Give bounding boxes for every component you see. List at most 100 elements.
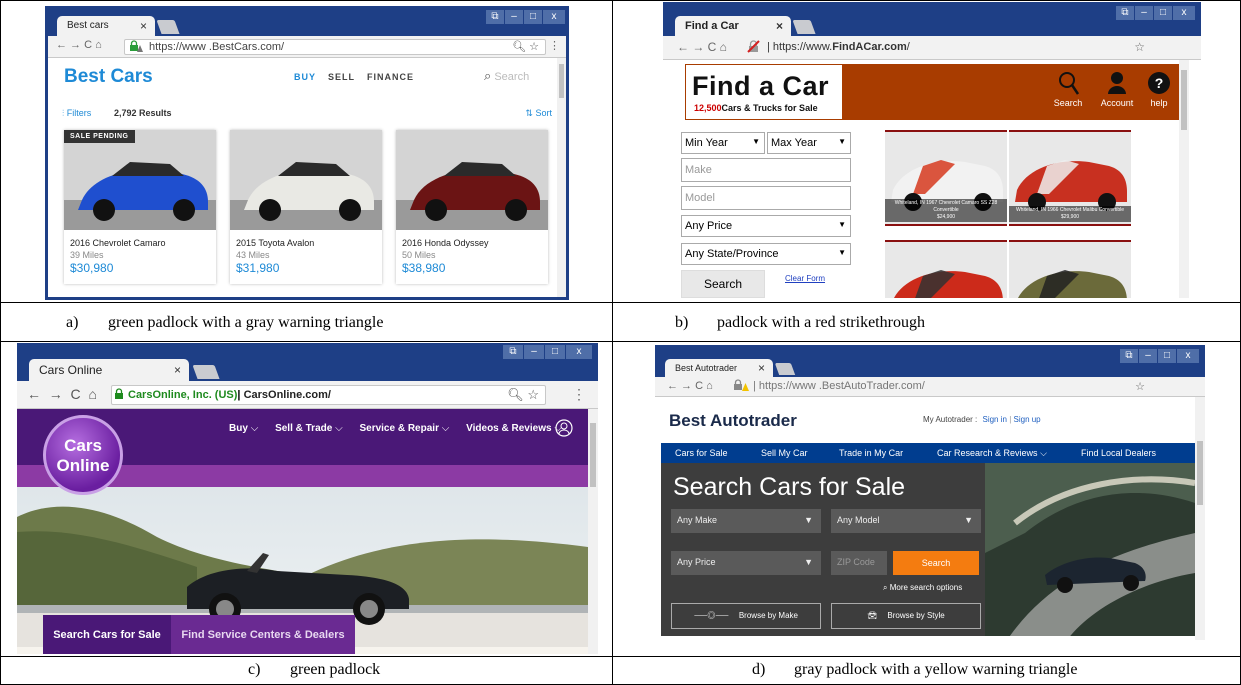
scrollbar[interactable] <box>1179 60 1189 298</box>
nav-buy[interactable]: BUY <box>294 72 316 82</box>
header-link-account[interactable]: Account <box>1095 70 1139 108</box>
minimize-icon[interactable]: – <box>1135 6 1153 20</box>
scrollbar[interactable] <box>588 409 598 654</box>
min-year-select[interactable]: Min Year ▼ <box>681 132 765 154</box>
maximize-icon[interactable]: □ <box>1154 6 1172 20</box>
nav-buttons[interactable]: ← → C ⌂ <box>27 386 97 402</box>
url-field[interactable]: https://www .BestCars.com/ 🔍︎ ☆ <box>124 39 546 55</box>
max-year-select[interactable]: Max Year ▼ <box>767 132 851 154</box>
car-thumbnail[interactable]: Whiteland, IN 1966 Chevrolet Malibu Conv… <box>1009 130 1131 226</box>
search-button[interactable]: Search <box>681 270 765 298</box>
menu-icon[interactable]: ⋮ <box>549 39 560 52</box>
zoom-star-icons[interactable]: 🔍︎ ☆ <box>512 40 539 54</box>
nav-sell-trade[interactable]: Sell & Trade ⌵ <box>275 423 343 434</box>
minimize-icon[interactable]: – <box>505 10 523 24</box>
site-search[interactable]: ⌕ Search <box>484 68 529 84</box>
nav-buttons[interactable]: ← → C ⌂ <box>56 39 102 51</box>
car-photo[interactable] <box>230 130 382 230</box>
nav-buy[interactable]: Buy ⌵ <box>229 423 258 434</box>
restore-icon[interactable]: ⧉ <box>486 10 504 24</box>
scrollbar[interactable] <box>557 58 566 297</box>
menu-icon[interactable]: ⋮ <box>572 386 586 403</box>
nav-trade-in[interactable]: Trade in My Car <box>839 448 903 458</box>
browser-tab[interactable]: Find a Car × <box>675 16 791 36</box>
close-window-icon[interactable]: x <box>543 10 565 24</box>
nav-sell-my-car[interactable]: Sell My Car <box>761 448 808 458</box>
car-name[interactable]: 2016 Chevrolet Camaro <box>70 238 166 248</box>
filters-button[interactable]: ⫶ Filters <box>62 108 91 119</box>
site-title[interactable]: Best Autotrader <box>669 411 797 431</box>
state-select[interactable]: Any State/Province ▼ <box>681 243 851 265</box>
car-card[interactable]: SALE PENDING 2016 Chevrolet Camaro 39 Mile… <box>64 130 216 284</box>
sign-in-link[interactable]: Sign in <box>982 415 1006 424</box>
minimize-icon[interactable]: – <box>524 345 544 359</box>
browse-by-make-button[interactable]: ⸺◎⸺ Browse by Make <box>671 603 821 629</box>
car-card[interactable]: 2016 Honda Odyssey 50 Miles $38,980 <box>396 130 548 284</box>
scrollbar[interactable] <box>1195 397 1205 640</box>
close-tab-icon[interactable]: × <box>758 359 765 377</box>
site-title[interactable]: Find a Car <box>692 71 829 102</box>
close-tab-icon[interactable]: × <box>174 359 181 381</box>
account-icon[interactable] <box>555 419 573 437</box>
browse-by-style-button[interactable]: 🚘︎ Browse by Style <box>831 603 981 629</box>
close-tab-icon[interactable]: × <box>776 16 783 36</box>
car-thumbnail[interactable] <box>1009 240 1131 298</box>
close-window-icon[interactable]: x <box>1177 349 1199 363</box>
restore-icon[interactable]: ⧉ <box>503 345 523 359</box>
padlock-strikethrough-icon[interactable] <box>747 40 761 53</box>
price-select[interactable]: Any Price ▼ <box>671 551 821 575</box>
nav-videos-reviews[interactable]: Videos & Reviews ⌵ <box>466 423 562 434</box>
close-window-icon[interactable]: x <box>566 345 592 359</box>
car-name[interactable]: 2015 Toyota Avalon <box>236 238 314 248</box>
car-card[interactable]: 2015 Toyota Avalon 43 Miles $31,980 <box>230 130 382 284</box>
car-photo[interactable] <box>396 130 548 230</box>
brand-logo[interactable]: Cars Online <box>43 415 123 495</box>
nav-finance[interactable]: FINANCE <box>367 72 414 82</box>
url-field[interactable]: CarsOnline, Inc. (US)| CarsOnline.com/ 🔍… <box>111 385 546 405</box>
nav-car-research[interactable]: Car Research & Reviews ⌵ <box>937 448 1047 459</box>
tab-search-cars[interactable]: Search Cars for Sale <box>43 615 171 654</box>
browser-tab[interactable]: Best Autotrader × <box>665 359 773 377</box>
car-thumbnail[interactable]: Whiteland, IN 1967 Chevrolet Camaro SS Z… <box>885 130 1007 226</box>
maximize-icon[interactable]: □ <box>1158 349 1176 363</box>
clear-form-link[interactable]: Clear Form <box>785 274 825 283</box>
search-button[interactable]: Search <box>893 551 979 575</box>
make-select[interactable]: Any Make ▼ <box>671 509 821 533</box>
browser-tab[interactable]: Cars Online × <box>29 359 189 381</box>
url-field[interactable]: | https://www .BestAutoTrader.com/ <box>733 379 1155 395</box>
close-tab-icon[interactable]: × <box>140 16 147 36</box>
zoom-star-icons[interactable]: 🔍︎ ☆ <box>507 386 539 404</box>
car-photo[interactable] <box>64 130 216 230</box>
header-link-search[interactable]: Search <box>1051 70 1085 108</box>
new-tab-button[interactable] <box>192 365 220 379</box>
maximize-icon[interactable]: □ <box>524 10 542 24</box>
nav-find-dealers[interactable]: Find Local Dealers <box>1081 448 1156 458</box>
more-options-link[interactable]: ⌕ More search options <box>883 583 962 593</box>
padlock-green-icon[interactable] <box>114 388 124 400</box>
sort-button[interactable]: ⇅ Sort <box>525 108 552 119</box>
nav-buttons[interactable]: ← → C ⌂ <box>667 380 713 392</box>
make-input[interactable]: Make <box>681 158 851 182</box>
url-field[interactable]: | https://www.FindACar.com/ <box>747 40 1153 56</box>
bookmark-star-icon[interactable]: ☆ <box>1134 40 1145 54</box>
model-select[interactable]: Any Model ▼ <box>831 509 981 533</box>
nav-buttons[interactable]: ← → C ⌂ <box>677 40 727 54</box>
restore-icon[interactable]: ⧉ <box>1120 349 1138 363</box>
car-name[interactable]: 2016 Honda Odyssey <box>402 238 489 248</box>
header-link-help[interactable]: ? help <box>1143 70 1175 108</box>
site-title[interactable]: Best Cars <box>64 66 153 88</box>
zip-input[interactable]: ZIP Code <box>831 551 887 575</box>
bookmark-star-icon[interactable]: ☆ <box>1135 380 1145 393</box>
padlock-warning-icon[interactable] <box>733 379 749 392</box>
close-window-icon[interactable]: x <box>1173 6 1195 20</box>
minimize-icon[interactable]: – <box>1139 349 1157 363</box>
padlock-warning-icon[interactable] <box>129 40 143 53</box>
price-select[interactable]: Any Price ▼ <box>681 215 851 237</box>
car-thumbnail[interactable] <box>885 240 1007 298</box>
model-input[interactable]: Model <box>681 186 851 210</box>
nav-cars-for-sale[interactable]: Cars for Sale <box>675 448 728 458</box>
maximize-icon[interactable]: □ <box>545 345 565 359</box>
sign-up-link[interactable]: Sign up <box>1014 415 1041 424</box>
tab-find-service[interactable]: Find Service Centers & Dealers <box>171 615 355 654</box>
browser-tab[interactable]: Best cars × <box>57 16 155 36</box>
